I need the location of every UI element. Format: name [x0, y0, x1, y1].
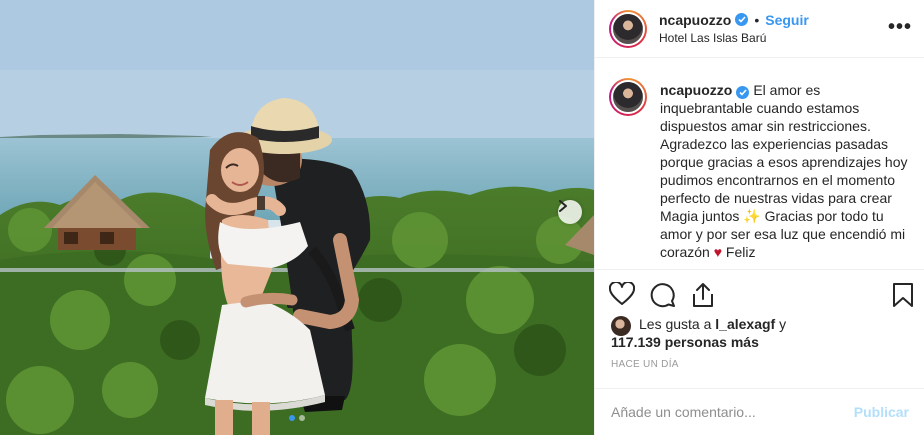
comment-bubble-icon[interactable] — [650, 282, 676, 311]
post-location[interactable]: Hotel Las Islas Barú — [659, 29, 809, 47]
chevron-right-icon — [559, 200, 567, 212]
post-caption: ncapuozzo El amor es inquebrantable cuand… — [609, 78, 919, 266]
liker-username[interactable]: l_alexagf — [715, 316, 775, 332]
likes-count[interactable]: 117.139 personas más — [611, 333, 911, 351]
verified-badge-icon — [736, 86, 750, 99]
carousel-indicator — [0, 415, 594, 421]
photo-scene — [0, 0, 594, 435]
likes-connector: y — [779, 316, 787, 332]
carousel-next-button[interactable] — [558, 200, 582, 224]
carousel-dot-active — [289, 415, 295, 421]
share-icon[interactable] — [691, 282, 715, 311]
more-options-icon[interactable]: ••• — [888, 16, 912, 39]
comment-input[interactable] — [611, 404, 854, 420]
caption-username[interactable]: ncapuozzo — [660, 82, 732, 98]
likes-prefix: Les gusta a — [639, 316, 712, 332]
caption-author-avatar[interactable] — [609, 78, 647, 116]
post-header: ncapuozzo • Seguir Hotel Las Islas Barú … — [595, 0, 924, 58]
caption-text: El amor es inquebrantable cuando estamos… — [660, 82, 908, 260]
follow-button[interactable]: Seguir — [765, 11, 809, 29]
comment-form: Publicar — [595, 388, 924, 435]
verified-badge-icon — [735, 13, 749, 26]
post-side-panel: ncapuozzo • Seguir Hotel Las Islas Barú … — [594, 0, 924, 435]
separator-dot: • — [754, 11, 760, 28]
likes-summary: Les gusta a l_alexagf y 117.139 personas… — [611, 315, 911, 351]
author-username[interactable]: ncapuozzo — [659, 11, 731, 29]
like-heart-icon[interactable] — [608, 280, 636, 309]
carousel-dot — [299, 415, 305, 421]
save-bookmark-icon[interactable] — [892, 282, 914, 311]
post-actions — [595, 269, 924, 321]
liker-avatar[interactable] — [611, 316, 631, 336]
post-photo[interactable] — [0, 0, 594, 435]
post-timestamp[interactable]: HACE UN DÍA — [611, 359, 679, 370]
author-avatar[interactable] — [609, 9, 647, 48]
publish-button[interactable]: Publicar — [854, 404, 909, 420]
